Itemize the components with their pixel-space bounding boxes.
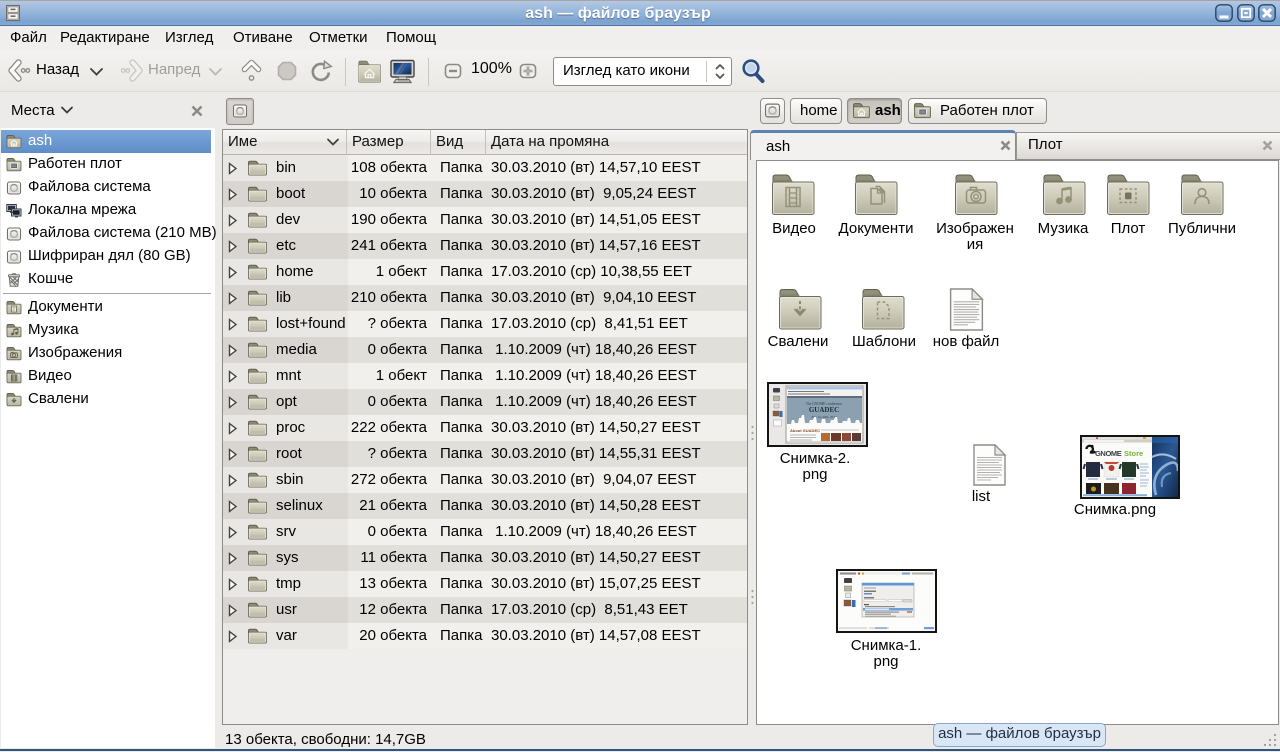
svg-text:About GUADEC: About GUADEC — [790, 428, 820, 433]
svg-text:GNOME: GNOME — [1095, 449, 1122, 458]
svg-text:Store: Store — [1124, 449, 1143, 458]
svg-text:GUADEC: GUADEC — [809, 406, 839, 414]
